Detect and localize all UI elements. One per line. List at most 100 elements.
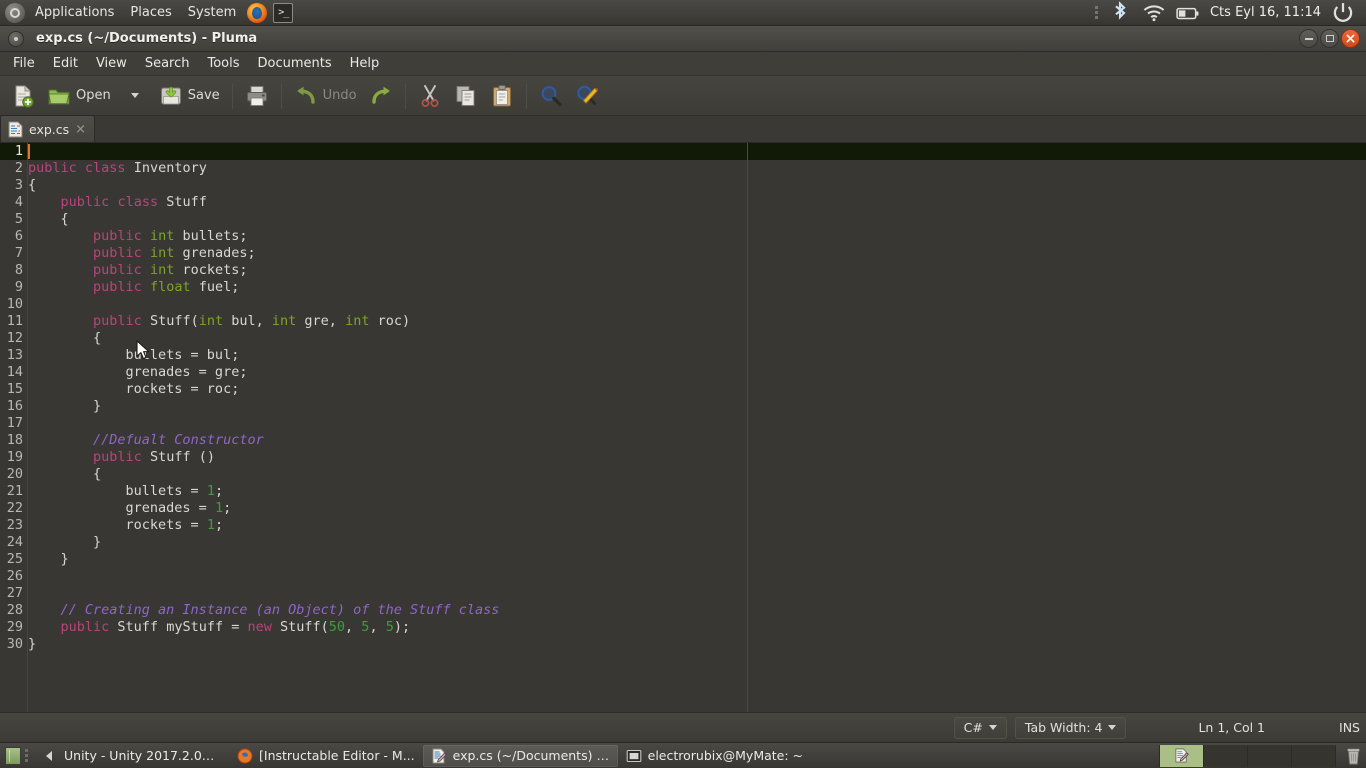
language-selector[interactable]: C# xyxy=(953,716,1007,739)
panel-clock[interactable]: Cts Eyl 16, 11:14 xyxy=(1205,0,1326,26)
window-titlebar: exp.cs (~/Documents) - Pluma xyxy=(0,26,1366,52)
firefox-icon[interactable] xyxy=(247,2,268,23)
line-number: 3 xyxy=(14,177,23,193)
code-line: { xyxy=(28,330,102,346)
code-line: public int bullets; xyxy=(93,228,248,244)
desktop-taskbar: Unity - Unity 2017.2.0b... [Instructable… xyxy=(0,742,1366,768)
code-line: public int grenades; xyxy=(93,245,256,261)
line-number: 7 xyxy=(14,245,23,261)
tab-close-icon[interactable]: × xyxy=(75,123,86,136)
workspace-2[interactable] xyxy=(1204,744,1248,767)
tab-width-label: Tab Width: 4 xyxy=(1024,720,1103,735)
firefox-icon xyxy=(237,748,253,763)
menu-view[interactable]: View xyxy=(87,52,136,76)
print-button[interactable] xyxy=(240,79,274,113)
maximize-icon xyxy=(1325,35,1334,42)
task-pluma[interactable]: exp.cs (~/Documents) -... xyxy=(422,744,618,767)
open-button-label: Open xyxy=(76,88,111,103)
paste-button[interactable] xyxy=(485,79,519,113)
open-folder-icon xyxy=(48,89,70,104)
minimize-icon xyxy=(1304,37,1313,40)
panel-menu-places[interactable]: Places xyxy=(122,0,179,26)
battery-icon[interactable] xyxy=(1171,0,1205,26)
menu-edit[interactable]: Edit xyxy=(44,52,87,76)
unity-icon xyxy=(46,750,52,761)
menu-file[interactable]: File xyxy=(4,52,44,76)
line-number: 24 xyxy=(6,534,23,550)
bluetooth-icon[interactable] xyxy=(1103,0,1137,26)
window-title: exp.cs (~/Documents) - Pluma xyxy=(36,31,258,46)
show-desktop-icon[interactable] xyxy=(5,746,21,765)
redo-button[interactable] xyxy=(364,79,398,113)
code-line: grenades = 1; xyxy=(28,500,232,516)
document-icon xyxy=(8,121,23,137)
find-button[interactable] xyxy=(534,79,568,113)
panel-menu-system[interactable]: System xyxy=(180,0,244,26)
cut-button[interactable] xyxy=(413,79,447,113)
code-editor[interactable]: 1 2 3 4 5 6 7 8 9 10 11 12 13 14 15 16 17 18 19 20 21 22 23 24 2… xyxy=(0,143,1366,712)
save-icon xyxy=(160,86,181,104)
line-number: 23 xyxy=(6,517,23,533)
menu-documents[interactable]: Documents xyxy=(249,52,341,76)
paste-icon xyxy=(492,84,511,106)
workspace-switcher xyxy=(1159,744,1336,767)
tab-exp-cs[interactable]: exp.cs × xyxy=(0,115,96,142)
line-number: 28 xyxy=(6,602,23,618)
code-line: } xyxy=(28,398,102,414)
line-number: 10 xyxy=(6,296,23,312)
print-icon xyxy=(246,85,267,106)
maximize-button[interactable] xyxy=(1320,29,1339,48)
wifi-icon[interactable] xyxy=(1137,0,1171,26)
cut-icon xyxy=(421,84,439,107)
menu-help[interactable]: Help xyxy=(341,52,389,76)
code-line: bullets = bul; xyxy=(28,347,240,363)
open-button[interactable]: Open xyxy=(42,79,116,113)
task-unity[interactable]: Unity - Unity 2017.2.0b... xyxy=(34,745,229,767)
line-number: 1 xyxy=(0,143,27,160)
menu-search[interactable]: Search xyxy=(136,52,199,76)
close-button[interactable] xyxy=(1341,29,1360,48)
copy-button[interactable] xyxy=(449,79,483,113)
insert-mode-label: INS xyxy=(1339,720,1360,735)
copy-icon xyxy=(456,85,475,106)
workspace-3[interactable] xyxy=(1248,744,1292,767)
code-text-area[interactable]: public class Inventory{ public class Stu… xyxy=(28,143,1366,712)
line-number: 30 xyxy=(6,636,23,652)
open-dropdown-button[interactable] xyxy=(118,79,152,113)
window-controls xyxy=(1299,29,1366,48)
minimize-button[interactable] xyxy=(1299,29,1318,48)
code-line: public Stuff(int bul, int gre, int roc) xyxy=(93,313,411,329)
redo-icon xyxy=(371,86,390,104)
undo-button[interactable]: Undo xyxy=(289,79,362,113)
ubuntu-logo-icon[interactable] xyxy=(5,2,25,23)
line-number: 8 xyxy=(14,262,23,278)
toolbar-separator-3 xyxy=(404,82,406,109)
power-glyph xyxy=(1333,2,1353,22)
code-line: { xyxy=(28,466,102,482)
code-line xyxy=(28,143,1366,160)
task-terminal[interactable]: electrorubix@MyMate: ~ xyxy=(618,745,811,767)
line-number: 16 xyxy=(6,398,23,414)
workspace-4[interactable] xyxy=(1292,744,1336,767)
task-firefox[interactable]: [Instructable Editor - M... xyxy=(229,745,423,767)
panel-menu-applications[interactable]: Applications xyxy=(27,0,122,26)
gutter-border xyxy=(27,143,28,712)
menu-tools[interactable]: Tools xyxy=(198,52,248,76)
taskbar-grip[interactable] xyxy=(25,749,28,762)
power-icon[interactable] xyxy=(1326,0,1360,26)
window-menu-icon[interactable] xyxy=(8,30,24,47)
code-line: public float fuel; xyxy=(93,279,240,295)
tab-bar: exp.cs × xyxy=(0,115,1366,143)
workspace-1[interactable] xyxy=(1160,744,1204,767)
replace-button[interactable] xyxy=(570,79,604,113)
save-button[interactable]: Save xyxy=(154,79,225,113)
terminal-icon[interactable]: >_ xyxy=(273,2,294,23)
trash-icon[interactable] xyxy=(1340,745,1366,767)
tab-label: exp.cs xyxy=(29,121,70,137)
battery-glyph xyxy=(1176,7,1199,19)
new-button[interactable] xyxy=(6,79,40,113)
code-line: public Stuff myStuff = new Stuff(50, 5, … xyxy=(60,619,411,635)
tab-width-selector[interactable]: Tab Width: 4 xyxy=(1014,716,1127,739)
